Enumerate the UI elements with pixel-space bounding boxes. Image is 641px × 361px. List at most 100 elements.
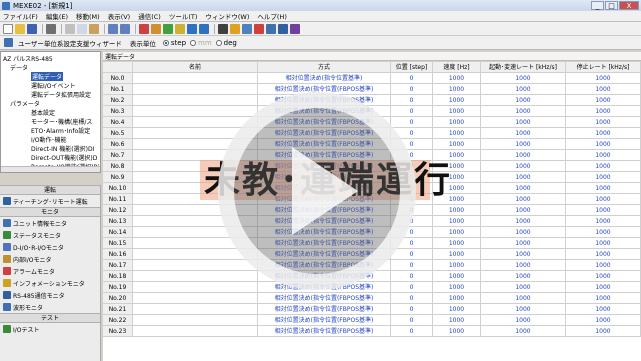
cell-decel[interactable]: 1000 bbox=[566, 95, 641, 106]
cell-decel[interactable]: 1000 bbox=[566, 150, 641, 161]
cell-name[interactable] bbox=[133, 260, 258, 271]
tree-item-direct-out[interactable]: Direct-OUT機能(選択)D bbox=[31, 153, 97, 162]
cell-decel[interactable]: 1000 bbox=[566, 183, 641, 194]
cell-accel[interactable]: 1000 bbox=[481, 172, 566, 183]
cell-accel[interactable]: 1000 bbox=[481, 315, 566, 326]
cell-decel[interactable]: 1000 bbox=[566, 282, 641, 293]
cell-accel[interactable]: 1000 bbox=[481, 117, 566, 128]
unit-wizard-button[interactable]: ユーザー単位系設定支援ウィザード bbox=[18, 38, 122, 48]
internal-io-monitor-item[interactable]: 内部I/Oモニタ bbox=[0, 253, 100, 265]
cell-decel[interactable]: 1000 bbox=[566, 117, 641, 128]
status-monitor-item[interactable]: ステータスモニタ bbox=[0, 229, 100, 241]
cell-name[interactable] bbox=[133, 117, 258, 128]
menu-window[interactable]: ウィンドウ(W) bbox=[205, 11, 249, 21]
tree-root[interactable]: AZ パルスRS-485 bbox=[3, 54, 53, 63]
io-monitor-icon[interactable] bbox=[242, 23, 252, 34]
warning-icon[interactable] bbox=[230, 23, 240, 34]
write-to-driver-icon[interactable] bbox=[151, 23, 161, 34]
cell-decel[interactable]: 1000 bbox=[566, 205, 641, 216]
tree-param-group[interactable]: パラメータ bbox=[10, 99, 40, 108]
menu-edit[interactable]: 編集(E) bbox=[46, 11, 68, 21]
tree-horizontal-scrollbar[interactable] bbox=[1, 166, 100, 172]
information-monitor-item[interactable]: インフォメーションモニタ bbox=[0, 277, 100, 289]
cell-decel[interactable]: 1000 bbox=[566, 227, 641, 238]
cell-speed[interactable]: 1000 bbox=[433, 260, 481, 271]
cell-accel[interactable]: 1000 bbox=[481, 216, 566, 227]
cell-decel[interactable]: 1000 bbox=[566, 139, 641, 150]
cell-speed[interactable]: 1000 bbox=[433, 117, 481, 128]
tree-item-extended[interactable]: 運転データ拡張用設定 bbox=[31, 90, 91, 99]
cell-pos[interactable]: 0 bbox=[391, 271, 433, 282]
cell-accel[interactable]: 1000 bbox=[481, 139, 566, 150]
tree-item-io-event[interactable]: 運転I/Oイベント bbox=[31, 81, 76, 90]
cell-pos[interactable]: 0 bbox=[391, 260, 433, 271]
alarm-icon[interactable] bbox=[254, 23, 264, 34]
cell-accel[interactable]: 1000 bbox=[481, 282, 566, 293]
cell-pos[interactable]: 0 bbox=[391, 282, 433, 293]
new-file-icon[interactable] bbox=[3, 23, 13, 34]
cell-speed[interactable]: 1000 bbox=[433, 304, 481, 315]
waveform-monitor-item[interactable]: 波形モニタ bbox=[0, 301, 100, 313]
cell-accel[interactable]: 1000 bbox=[481, 183, 566, 194]
info-icon[interactable] bbox=[290, 23, 300, 34]
cut-icon[interactable] bbox=[65, 23, 75, 34]
data-tab[interactable]: 運転データ bbox=[103, 52, 641, 61]
tree-item-direct-in[interactable]: Direct-IN 機能(選択)DI bbox=[31, 144, 94, 153]
cell-method[interactable]: 相対位置決め(指令位置(FBPOS基準) bbox=[258, 326, 391, 337]
cell-speed[interactable]: 1000 bbox=[433, 293, 481, 304]
header-position[interactable]: 位置 [step] bbox=[391, 62, 433, 73]
cell-decel[interactable]: 1000 bbox=[566, 271, 641, 282]
cell-pos[interactable]: 0 bbox=[391, 117, 433, 128]
cell-speed[interactable]: 1000 bbox=[433, 271, 481, 282]
cell-accel[interactable]: 1000 bbox=[481, 249, 566, 260]
close-button[interactable]: X bbox=[619, 1, 639, 10]
cell-accel[interactable]: 1000 bbox=[481, 293, 566, 304]
compare-icon[interactable] bbox=[175, 23, 185, 34]
cell-accel[interactable]: 1000 bbox=[481, 84, 566, 95]
cell-pos[interactable]: 0 bbox=[391, 106, 433, 117]
undo-icon[interactable] bbox=[108, 23, 118, 34]
cell-accel[interactable]: 1000 bbox=[481, 271, 566, 282]
cell-accel[interactable]: 1000 bbox=[481, 304, 566, 315]
cell-speed[interactable]: 1000 bbox=[433, 84, 481, 95]
menu-help[interactable]: ヘルプ(H) bbox=[257, 11, 286, 21]
cell-accel[interactable]: 1000 bbox=[481, 260, 566, 271]
cell-speed[interactable]: 1000 bbox=[433, 205, 481, 216]
cell-name[interactable] bbox=[133, 304, 258, 315]
teaching-remote-item[interactable]: ティーチング･リモート運転 bbox=[0, 195, 100, 207]
cell-pos[interactable]: 0 bbox=[391, 326, 433, 337]
tree-item-operation-data[interactable]: 運転データ bbox=[31, 72, 64, 81]
cell-decel[interactable]: 1000 bbox=[566, 161, 641, 172]
redo-icon[interactable] bbox=[120, 23, 130, 34]
wizard-icon[interactable] bbox=[4, 38, 13, 47]
cell-method[interactable]: 相対位置決め(指令位置基準) bbox=[258, 73, 391, 84]
header-decel[interactable]: 停止レート [kHz/s] bbox=[566, 62, 641, 73]
cell-accel[interactable]: 1000 bbox=[481, 128, 566, 139]
cell-accel[interactable]: 1000 bbox=[481, 326, 566, 337]
cell-pos[interactable]: 0 bbox=[391, 73, 433, 84]
cell-accel[interactable]: 1000 bbox=[481, 227, 566, 238]
cell-speed[interactable]: 1000 bbox=[433, 216, 481, 227]
alarm-monitor-item[interactable]: アラームモニタ bbox=[0, 265, 100, 277]
cell-name[interactable] bbox=[133, 271, 258, 282]
open-folder-icon[interactable] bbox=[15, 23, 25, 34]
cell-decel[interactable]: 1000 bbox=[566, 326, 641, 337]
cell-accel[interactable]: 1000 bbox=[481, 161, 566, 172]
cell-pos[interactable]: 0 bbox=[391, 84, 433, 95]
cell-accel[interactable]: 1000 bbox=[481, 238, 566, 249]
header-accel[interactable]: 起動･変速レート [kHz/s] bbox=[481, 62, 566, 73]
tree-item-eto[interactable]: ETO･Alarm･Info設定 bbox=[31, 126, 90, 135]
cell-name[interactable] bbox=[133, 315, 258, 326]
cell-speed[interactable]: 1000 bbox=[433, 95, 481, 106]
unit-info-monitor-item[interactable]: ユニット情報モニタ bbox=[0, 217, 100, 229]
cell-speed[interactable]: 1000 bbox=[433, 282, 481, 293]
cell-speed[interactable]: 1000 bbox=[433, 227, 481, 238]
cell-decel[interactable]: 1000 bbox=[566, 260, 641, 271]
cell-decel[interactable]: 1000 bbox=[566, 84, 641, 95]
save-icon[interactable] bbox=[27, 23, 37, 34]
header-name[interactable]: 名前 bbox=[133, 62, 258, 73]
menu-communication[interactable]: 通信(C) bbox=[138, 11, 161, 21]
cell-method[interactable]: 相対位置決め(指令位置(FBPOS基準) bbox=[258, 293, 391, 304]
upload-icon[interactable] bbox=[199, 23, 209, 34]
verify-icon[interactable] bbox=[163, 23, 173, 34]
